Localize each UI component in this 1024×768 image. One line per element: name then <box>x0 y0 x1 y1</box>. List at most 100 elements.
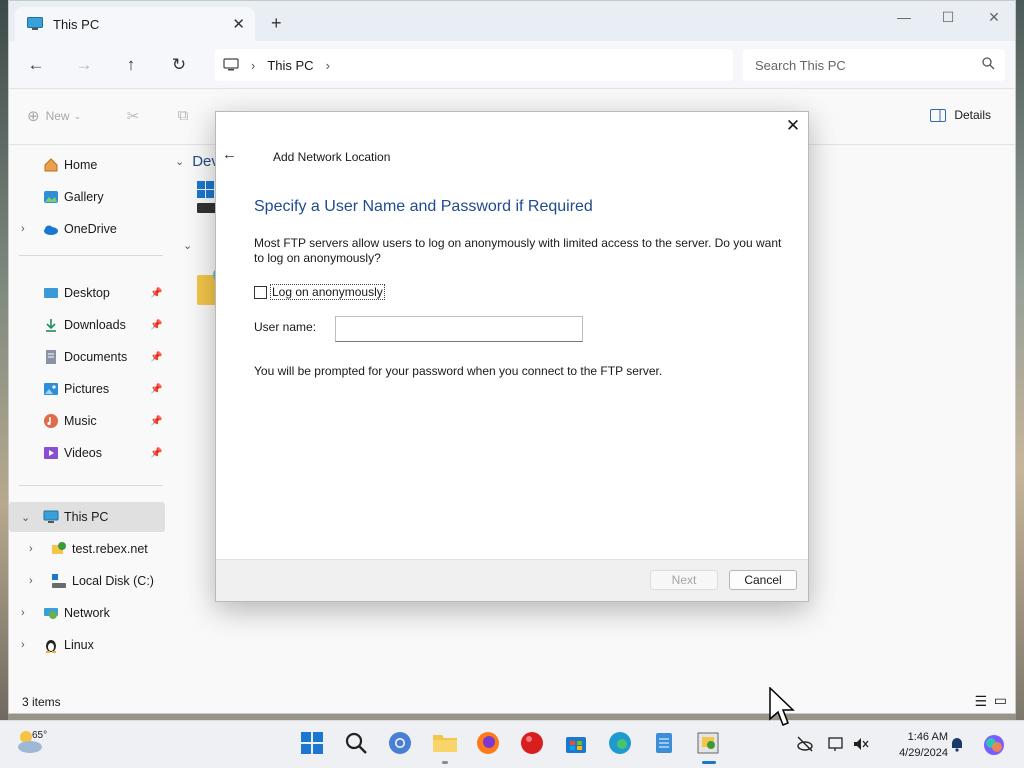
maximize-button[interactable]: ☐ <box>925 7 971 29</box>
sidebar-item-downloads[interactable]: Downloads 📌 <box>9 310 165 340</box>
videos-icon <box>44 447 58 459</box>
back-button[interactable]: ← <box>23 53 49 77</box>
sidebar-item-music[interactable]: Music 📌 <box>9 406 165 436</box>
sidebar-item-onedrive[interactable]: › OneDrive <box>9 214 165 244</box>
network-location-wizard-app[interactable] <box>696 731 722 764</box>
chevron-right-icon[interactable]: › <box>29 543 33 555</box>
group-header-devices[interactable]: ⌄ Dev <box>175 153 219 170</box>
cut-icon[interactable]: ✂ <box>123 107 143 127</box>
pin-icon: 📌 <box>150 351 163 363</box>
dialog-close-button[interactable]: ✕ <box>784 116 802 138</box>
details-label: Details <box>954 108 991 122</box>
details-button[interactable]: Details <box>930 108 991 122</box>
sidebar-item-linux[interactable]: › Linux <box>9 630 165 660</box>
network-status-icon[interactable] <box>828 735 846 753</box>
notification-bell-icon[interactable] <box>948 735 966 753</box>
sidebar-item-videos[interactable]: Videos 📌 <box>9 438 165 468</box>
chevron-down-icon[interactable]: ⌄ <box>175 155 184 168</box>
desktop-icon <box>44 288 58 298</box>
firefox-app[interactable] <box>476 731 502 757</box>
minimize-button[interactable]: — <box>881 7 927 29</box>
search-taskbar-button[interactable] <box>344 731 370 757</box>
mouse-cursor-icon <box>769 687 795 726</box>
tiles-view-icon[interactable]: ▭ <box>994 692 1007 709</box>
cloud-offline-icon[interactable] <box>796 735 814 753</box>
notepad-app[interactable] <box>652 731 678 757</box>
start-button[interactable] <box>300 731 326 757</box>
store-app[interactable] <box>564 731 590 757</box>
this-pc-icon <box>43 510 59 523</box>
home-icon <box>44 158 58 172</box>
status-bar: 3 items ☰ ▭ <box>9 689 1015 715</box>
list-view-icon[interactable]: ☰ <box>974 693 987 710</box>
checkbox-label[interactable]: Log on anonymously <box>270 284 385 300</box>
dialog-back-button[interactable]: ← <box>222 146 237 163</box>
sidebar-item-gallery[interactable]: Gallery <box>9 182 165 212</box>
username-field[interactable] <box>335 316 583 342</box>
cancel-button[interactable]: Cancel <box>729 570 797 590</box>
downloads-icon <box>46 319 56 332</box>
sidebar-item-label: Music <box>64 414 97 428</box>
clock-time: 1:46 AM <box>907 731 948 743</box>
anonymous-checkbox[interactable]: Log on anonymously <box>254 284 385 300</box>
tab-this-pc[interactable]: This PC ✕ <box>15 7 255 41</box>
close-window-button[interactable]: ✕ <box>971 7 1017 29</box>
breadcrumb-this-pc[interactable]: This PC <box>267 58 313 73</box>
copy-icon[interactable]: ⧉ <box>173 107 193 127</box>
copilot-icon[interactable] <box>982 733 1006 757</box>
chevron-down-icon[interactable]: ⌄ <box>183 239 192 252</box>
chevron-right-icon[interactable]: › <box>29 575 33 587</box>
navigation-pane: Home Gallery › OneDrive Desktop 📌 Downlo… <box>9 145 169 689</box>
edge-icon <box>609 732 631 754</box>
sidebar-item-label: Downloads <box>64 318 126 332</box>
sidebar-item-local-disk[interactable]: › Local Disk (C:) <box>9 566 165 596</box>
password-note: You will be prompted for your password w… <box>254 364 663 378</box>
sidebar-item-home[interactable]: Home <box>9 150 165 180</box>
forward-button[interactable]: → <box>71 53 97 77</box>
pin-icon: 📌 <box>150 383 163 395</box>
sidebar-item-test-rebex[interactable]: › test.rebex.net <box>9 534 165 564</box>
chevron-right-icon[interactable]: › <box>21 223 25 235</box>
search-input[interactable]: Search This PC <box>743 49 1005 81</box>
documents-icon <box>46 350 56 364</box>
weather-widget[interactable]: 65° <box>14 729 47 758</box>
new-button[interactable]: ⊕ New ⌄ <box>27 107 81 125</box>
sidebar-item-this-pc[interactable]: ⌄ This PC <box>9 502 165 532</box>
sidebar-item-network[interactable]: › Network <box>9 598 165 628</box>
record-app[interactable] <box>520 731 546 757</box>
refresh-button[interactable]: ↻ <box>166 53 192 77</box>
dialog-description: Most FTP servers allow users to log on a… <box>254 236 782 265</box>
sidebar-item-label: This PC <box>64 510 109 524</box>
volume-muted-icon[interactable] <box>852 735 870 753</box>
path-field[interactable]: › This PC › <box>215 49 733 81</box>
pin-icon: 📌 <box>150 447 163 459</box>
chrome-icon <box>389 732 411 754</box>
chevron-right-icon[interactable]: › <box>21 607 25 619</box>
file-explorer-app[interactable] <box>432 731 458 764</box>
wizard-title: Add Network Location <box>273 150 391 164</box>
sidebar-item-label: Network <box>64 606 110 620</box>
sidebar-item-documents[interactable]: Documents 📌 <box>9 342 165 372</box>
sidebar-item-desktop[interactable]: Desktop 📌 <box>9 278 165 308</box>
disk-icon <box>52 574 66 588</box>
system-clock[interactable]: 1:46 AM 4/29/2024 <box>878 729 948 761</box>
sidebar-item-pictures[interactable]: Pictures 📌 <box>9 374 165 404</box>
sidebar-item-label: Local Disk (C:) <box>72 574 154 588</box>
windows-logo-icon <box>301 732 323 754</box>
checkbox-box[interactable] <box>254 285 267 299</box>
chevron-right-icon[interactable]: › <box>21 639 25 651</box>
search-icon <box>345 732 367 754</box>
chevron-down-icon[interactable]: ⌄ <box>21 511 30 524</box>
path-chevron-icon[interactable]: › <box>326 58 330 73</box>
sidebar-item-label: Documents <box>64 350 128 364</box>
new-tab-button[interactable]: + <box>271 13 282 34</box>
close-tab-icon[interactable]: ✕ <box>232 15 245 33</box>
up-button[interactable]: ↑ <box>118 53 144 77</box>
sidebar-item-label: Home <box>64 158 98 172</box>
edge-app[interactable] <box>608 731 634 757</box>
pin-icon: 📌 <box>150 287 163 299</box>
sidebar-divider <box>19 485 163 486</box>
chrome-app[interactable] <box>388 731 414 757</box>
next-button[interactable]: Next <box>650 570 718 590</box>
sidebar-item-label: Gallery <box>64 190 104 204</box>
